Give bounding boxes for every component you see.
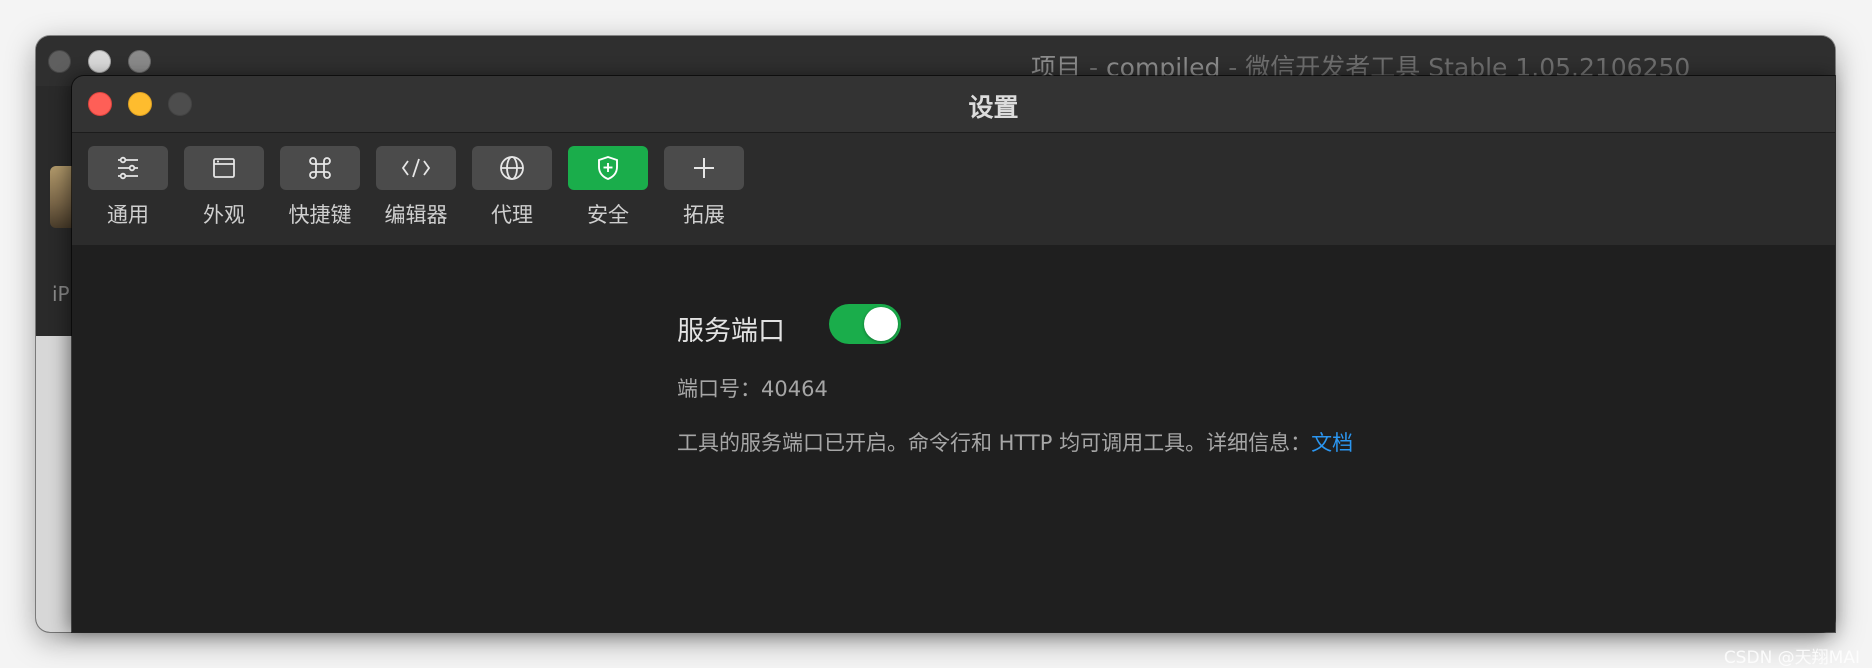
tab-security[interactable]: 安全: [568, 146, 648, 229]
service-port-label: 服务端口: [677, 316, 785, 347]
window-icon: [213, 158, 235, 178]
code-icon: [401, 158, 431, 178]
screen: 项目 - compiled - 微信开发者工具 Stable 1.05.2106…: [0, 0, 1872, 668]
tab-security-button[interactable]: [568, 146, 648, 190]
port-number-row: 端口号：40464: [677, 373, 828, 403]
tab-editor-button[interactable]: [376, 146, 456, 190]
settings-toolbar: 通用 外观 快捷键 编辑器 代理 安全 拓展: [72, 133, 1835, 245]
port-number-label: 端口号：: [677, 377, 761, 401]
tab-extensions-label: 拓展: [683, 203, 725, 227]
service-port-info-text: 工具的服务端口已开启。命令行和 HTTP 均可调用工具。详细信息：: [677, 431, 1312, 455]
settings-title: 设置: [968, 93, 1019, 122]
tab-appearance[interactable]: 外观: [184, 146, 264, 229]
tab-general-button[interactable]: [88, 146, 168, 190]
plus-icon: [694, 158, 714, 178]
project-thumbnail[interactable]: [50, 166, 72, 228]
tab-proxy-label: 代理: [491, 203, 533, 227]
device-label: iP: [52, 282, 70, 306]
toggle-knob: [864, 307, 898, 341]
tab-appearance-label: 外观: [203, 203, 245, 227]
settings-window: 设置 通用 外观 快捷键 编辑器 代理 安全 拓展 服务端口 端口号：40464…: [72, 76, 1835, 632]
command-icon: [309, 157, 331, 179]
docs-link[interactable]: 文档: [1311, 431, 1353, 455]
tab-general[interactable]: 通用: [88, 146, 168, 229]
shield-plus-icon: [598, 155, 618, 181]
main-window-close-button[interactable]: [48, 50, 71, 73]
tab-shortcuts-label: 快捷键: [288, 203, 352, 227]
service-port-info: 工具的服务端口已开启。命令行和 HTTP 均可调用工具。详细信息：文档: [677, 427, 1353, 457]
tab-general-label: 通用: [107, 203, 149, 227]
service-port-toggle[interactable]: [829, 304, 901, 344]
tab-editor-label: 编辑器: [384, 203, 448, 227]
tab-shortcuts-button[interactable]: [280, 146, 360, 190]
tab-extensions-button[interactable]: [664, 146, 744, 190]
settings-titlebar: 设置: [72, 76, 1835, 133]
tab-security-label: 安全: [587, 203, 629, 227]
tab-extensions[interactable]: 拓展: [664, 146, 744, 229]
tab-proxy[interactable]: 代理: [472, 146, 552, 229]
tab-shortcuts[interactable]: 快捷键: [280, 146, 360, 229]
globe-icon: [500, 156, 524, 180]
main-window-zoom-button[interactable]: [128, 50, 151, 73]
tab-proxy-button[interactable]: [472, 146, 552, 190]
main-window-minimize-button[interactable]: [88, 50, 111, 73]
port-number-value: 40464: [761, 377, 828, 401]
sliders-icon: [118, 156, 138, 180]
tab-appearance-button[interactable]: [184, 146, 264, 190]
simulator-panel: ●●: [36, 336, 72, 632]
tab-editor[interactable]: 编辑器: [376, 146, 456, 229]
watermark-text: CSDN @天翔MAI: [1723, 648, 1860, 668]
security-panel: 服务端口 端口号：40464 工具的服务端口已开启。命令行和 HTTP 均可调用…: [72, 245, 1835, 632]
